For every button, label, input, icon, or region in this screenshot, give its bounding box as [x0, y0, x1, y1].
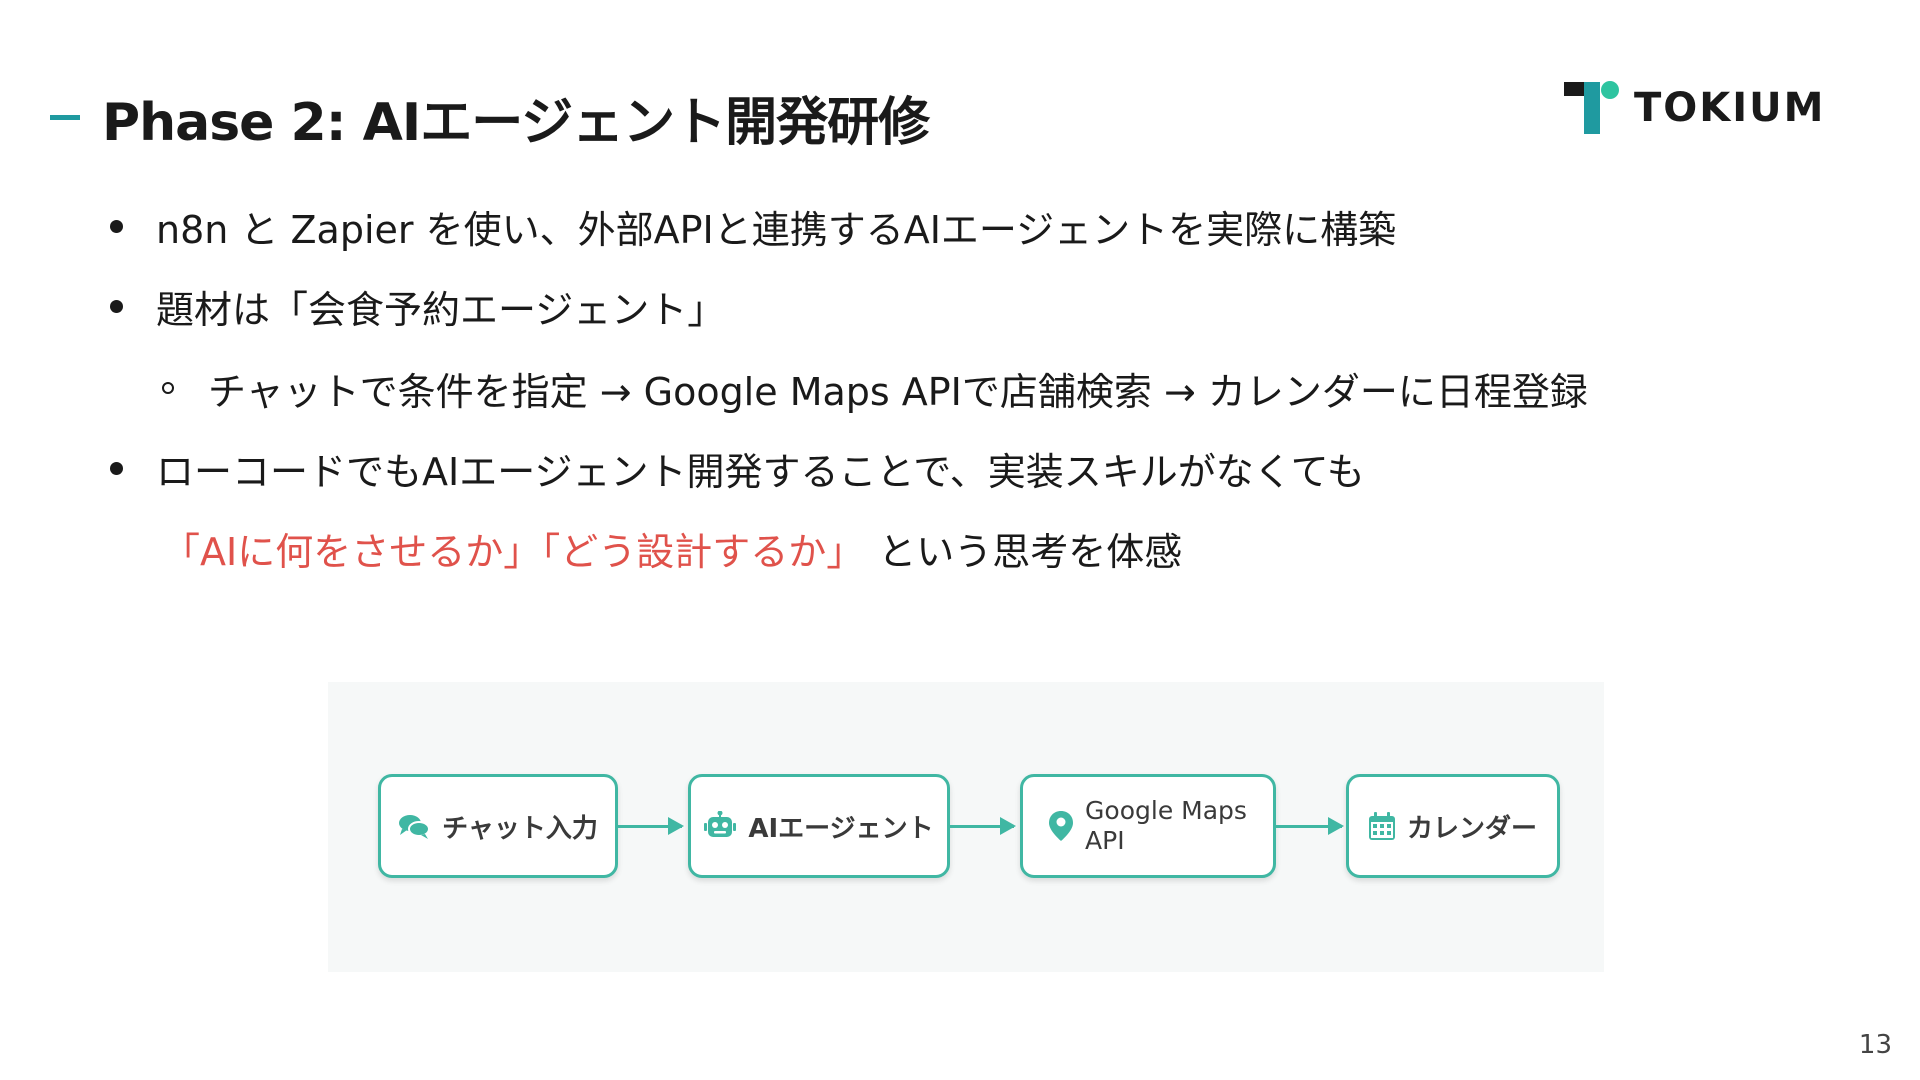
title-accent-dash [50, 115, 80, 120]
node-label: AIエージェント [748, 813, 934, 844]
map-pin-icon [1049, 811, 1074, 841]
node-label: カレンダー [1406, 813, 1537, 844]
page-number: 13 [1858, 1030, 1892, 1060]
tokium-logo: TOKIUM [1564, 80, 1825, 136]
node-google-maps-api: Google Maps API [1020, 774, 1276, 878]
flow-arrow [950, 817, 1016, 835]
flow-arrow [618, 817, 684, 835]
bullet-item: ローコードでもAIエージェント開発することで、実装スキルがなくても [110, 438, 1365, 498]
robot-icon [704, 811, 737, 841]
bullet-dot [110, 219, 123, 233]
node-label-line1: Google Maps [1085, 796, 1247, 825]
sub-bullet-item: チャットで条件を指定 → Google Maps APIで店舗検索 → カレンダ… [162, 358, 1588, 418]
highlight-text: 「AIに何をさせるか」「どう設計するか」 [162, 529, 865, 574]
bullet-item: 題材は「会食予約エージェント」 [110, 276, 725, 336]
bullet-text: n8n と Zapier を使い、外部APIと連携するAIエージェントを実際に構… [156, 207, 1397, 252]
calendar-icon [1368, 812, 1395, 840]
bullet-continuation: 「AIに何をさせるか」「どう設計するか」 という思考を体感 [162, 518, 1182, 578]
chat-icon [398, 812, 431, 840]
flow-arrow [1276, 817, 1344, 835]
node-label: Google Maps API [1085, 796, 1247, 856]
node-chat-input: チャット入力 [378, 774, 618, 878]
node-calendar: カレンダー [1346, 774, 1560, 878]
bullet-text: 題材は「会食予約エージェント」 [156, 287, 726, 332]
continuation-text: という思考を体感 [878, 529, 1183, 574]
flow-diagram: チャット入力 AIエージェント Google Maps API カレンダー [328, 682, 1604, 972]
bullet-dot [110, 461, 123, 475]
sub-bullet-text: チャットで条件を指定 → Google Maps APIで店舗検索 → カレンダ… [208, 369, 1588, 414]
node-label-line2: API [1085, 826, 1125, 855]
slide-header: Phase 2: AIエージェント開発研修 [50, 80, 930, 155]
bullet-dot [110, 299, 123, 313]
bullet-item: n8n と Zapier を使い、外部APIと連携するAIエージェントを実際に構… [110, 196, 1396, 256]
node-label: チャット入力 [442, 813, 598, 844]
node-ai-agent: AIエージェント [688, 774, 950, 878]
logo-text: TOKIUM [1634, 85, 1826, 131]
bullet-text: ローコードでもAIエージェント開発することで、実装スキルがなくても [156, 449, 1365, 494]
tokium-logo-mark-icon [1564, 81, 1619, 134]
slide-title: Phase 2: AIエージェント開発研修 [102, 93, 930, 153]
sub-bullet-circle [162, 382, 174, 394]
